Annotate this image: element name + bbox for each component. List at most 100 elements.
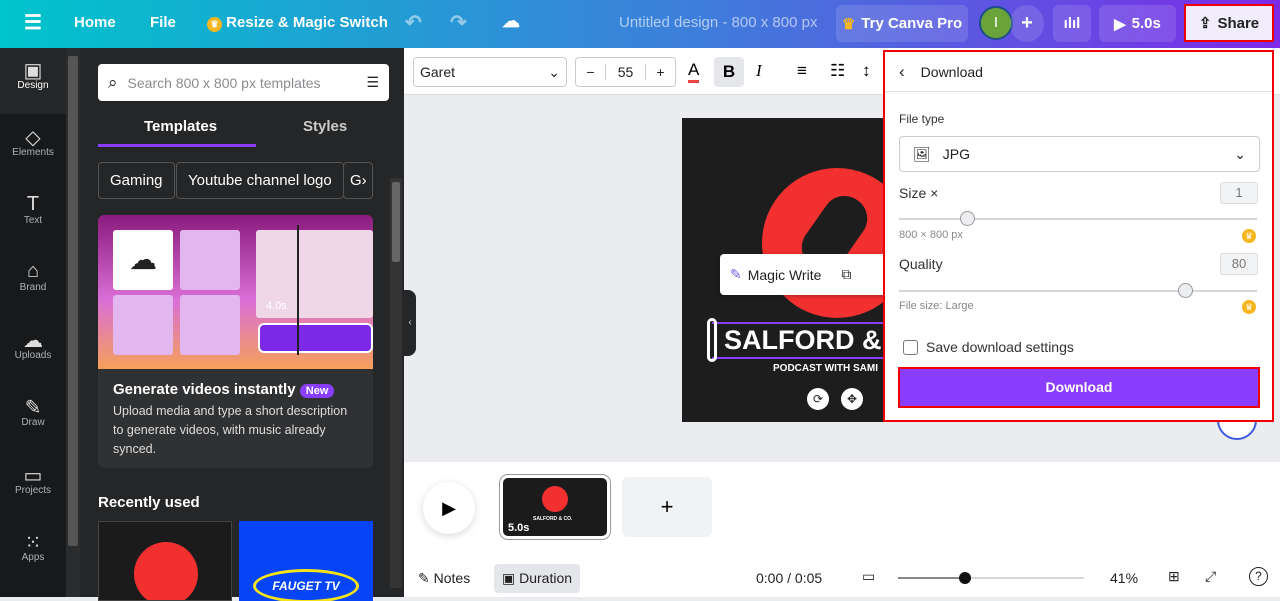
rail-design[interactable]: ▣ Design: [0, 48, 66, 114]
font-size-stepper: − 55 +: [575, 57, 676, 87]
avatar[interactable]: I: [979, 6, 1013, 40]
size-slider[interactable]: [899, 211, 1257, 226]
font-name: Garet: [420, 64, 456, 80]
design-title[interactable]: Untitled design - 800 x 800 px: [619, 14, 817, 31]
list-icon[interactable]: ☷: [830, 61, 845, 81]
redo-icon[interactable]: ↷: [450, 10, 467, 35]
zoom-slider-knob[interactable]: [959, 572, 971, 584]
page-view-icon[interactable]: ▭: [862, 568, 875, 585]
uploads-icon: ☁: [23, 330, 43, 352]
templates-panel: ⌕ Search 800 x 800 px templates ☰ Template…: [80, 48, 404, 601]
grid-view-icon[interactable]: ⊞: [1168, 568, 1180, 585]
rail-draw[interactable]: ✎ Draw: [0, 385, 66, 451]
help-icon[interactable]: ?: [1249, 567, 1268, 586]
save-settings-checkbox[interactable]: [903, 339, 918, 355]
chip-gaming[interactable]: Gaming: [98, 162, 175, 199]
download-button[interactable]: Download: [898, 367, 1260, 408]
chip-label: G: [350, 172, 362, 189]
chevron-down-icon: ⌄: [1234, 145, 1246, 162]
filter-icon[interactable]: ☰: [366, 74, 379, 91]
share-label: Share: [1217, 14, 1260, 32]
decrease-font-button[interactable]: −: [576, 64, 606, 80]
recent-design-fauget[interactable]: FAUGET TV: [239, 521, 373, 601]
chip-youtube-logo[interactable]: Youtube channel logo: [176, 162, 344, 199]
share-button[interactable]: ⇪ Share: [1184, 4, 1274, 42]
resize-button[interactable]: ♛ Resize & Magic Switch: [207, 14, 388, 32]
resize-handle[interactable]: [707, 318, 717, 362]
move-icon[interactable]: ✥: [841, 388, 863, 410]
magic-write-icon: ✎: [730, 266, 742, 282]
rail-brand[interactable]: ⌂ Brand: [0, 250, 66, 316]
undo-icon[interactable]: ↶: [405, 10, 422, 35]
spacing-icon[interactable]: ↕: [862, 61, 871, 81]
promo-card[interactable]: ☁ 4.0s Generate videos instantly New Upl…: [98, 215, 373, 468]
magic-write-button[interactable]: Magic Write: [748, 267, 822, 283]
recent-design-podcast[interactable]: [98, 521, 232, 601]
subtitle-text: PODCAST WITH SAMI: [773, 363, 878, 374]
rail-scrollbar[interactable]: [66, 48, 80, 597]
quality-input[interactable]: 80: [1220, 253, 1258, 275]
italic-icon[interactable]: I: [756, 61, 762, 81]
duration-button[interactable]: ▣ Duration: [494, 564, 581, 593]
font-size-input[interactable]: 55: [606, 64, 645, 80]
text-color-icon[interactable]: A: [688, 60, 700, 83]
text-icon: T: [26, 193, 40, 215]
upload-cloud-icon: ☁: [113, 230, 173, 290]
rail-label: Elements: [12, 147, 54, 158]
dimensions-text: 800 × 800 px: [899, 229, 963, 241]
back-chevron-icon[interactable]: ‹: [899, 62, 905, 82]
quality-slider[interactable]: [899, 283, 1257, 298]
file-type-select[interactable]: 🖼 JPG ⌄: [899, 136, 1260, 172]
file-menu[interactable]: File: [150, 14, 176, 31]
zoom-level[interactable]: 41%: [1110, 570, 1138, 586]
bold-icon[interactable]: B: [714, 57, 744, 87]
panel-scrollbar[interactable]: [390, 178, 402, 588]
fullscreen-icon[interactable]: ⤢: [1205, 568, 1216, 585]
magic-write-toolbar: ✎ Magic Write ⧉: [720, 254, 890, 295]
rail-label: Text: [23, 215, 43, 226]
crown-icon: ♛: [207, 17, 222, 32]
play-button[interactable]: ▶: [423, 482, 475, 534]
home-button[interactable]: Home: [74, 14, 116, 31]
left-rail: ▣ Design ◇ Elements T Text ⌂ Brand ☁ Uploads …: [0, 48, 66, 597]
collapse-panel-handle[interactable]: ‹: [404, 290, 416, 356]
rail-projects[interactable]: ▭ Projects: [0, 453, 66, 519]
notes-button[interactable]: ✎ Notes: [418, 570, 470, 587]
apps-icon: ⁙: [24, 532, 42, 554]
cloud-saved-icon[interactable]: ☁: [502, 11, 520, 32]
rail-elements[interactable]: ◇ Elements: [0, 115, 66, 181]
hamburger-icon[interactable]: ☰: [24, 10, 42, 35]
dog-thumbnail: [113, 295, 173, 355]
rail-apps[interactable]: ⁙ Apps: [0, 520, 66, 586]
tab-styles[interactable]: Styles: [303, 118, 347, 135]
rail-text[interactable]: T Text: [0, 183, 66, 249]
resize-label: Resize & Magic Switch: [226, 14, 388, 31]
search-input[interactable]: ⌕ Search 800 x 800 px templates ☰: [98, 64, 389, 101]
present-button[interactable]: ▶ 5.0s: [1099, 5, 1176, 42]
rail-uploads[interactable]: ☁ Uploads: [0, 318, 66, 384]
top-bar: ☰ Home File ♛ Resize & Magic Switch ↶ ↷ …: [0, 0, 1280, 48]
promo-image: ☁ 4.0s: [98, 215, 373, 369]
analytics-icon[interactable]: ılıl: [1053, 5, 1091, 42]
save-settings-row[interactable]: Save download settings: [903, 339, 1074, 355]
quality-slider-knob[interactable]: [1178, 283, 1193, 298]
dog-thumbnail: [180, 295, 240, 355]
size-input[interactable]: 1: [1220, 182, 1258, 204]
align-center-icon[interactable]: ≡: [797, 61, 807, 81]
tab-templates[interactable]: Templates: [144, 118, 217, 135]
size-slider-knob[interactable]: [960, 211, 975, 226]
try-pro-button[interactable]: ♛ Try Canva Pro: [836, 5, 968, 42]
chip-more[interactable]: G ›: [343, 162, 373, 199]
crown-icon: ♛: [841, 15, 856, 33]
promo-description: Upload media and type a short descriptio…: [113, 404, 348, 456]
add-page-button[interactable]: +: [622, 477, 712, 537]
font-select[interactable]: Garet ⌄: [413, 57, 567, 87]
add-collaborator-button[interactable]: +: [1010, 5, 1044, 42]
duplicate-icon[interactable]: ⧉: [841, 266, 851, 283]
zoom-slider[interactable]: [898, 572, 1084, 584]
crown-icon: ♛: [1242, 300, 1256, 314]
increase-font-button[interactable]: +: [645, 64, 675, 80]
rotate-icon[interactable]: ⟳: [807, 388, 829, 410]
page-thumbnail[interactable]: SALFORD & CO. 5.0s: [500, 475, 610, 539]
active-tab-indicator: [98, 144, 256, 147]
